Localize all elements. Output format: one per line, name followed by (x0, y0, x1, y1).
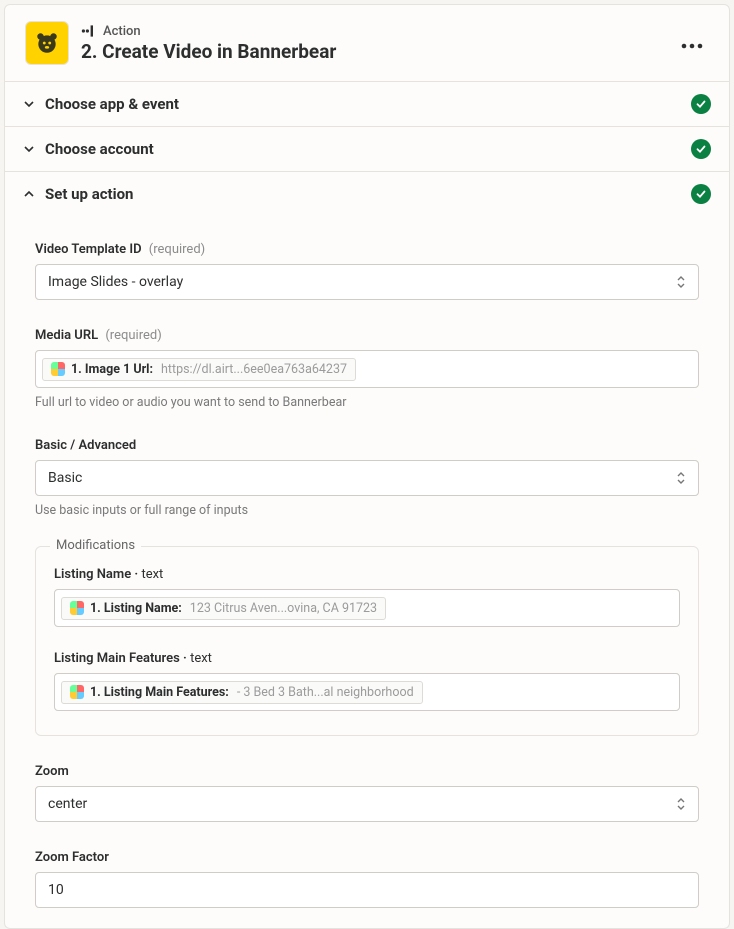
app-icon-bannerbear (25, 21, 69, 65)
field-label: Basic / Advanced (35, 438, 699, 453)
field-zoom: Zoom center (35, 764, 699, 822)
zoom-select[interactable]: center (35, 786, 699, 822)
three-dots-icon (681, 43, 703, 49)
section-app-event[interactable]: Choose app & event (5, 81, 729, 126)
status-complete-icon (691, 139, 711, 159)
listing-name-input[interactable]: 1. Listing Name: 123 Citrus Aven...ovina… (54, 589, 680, 627)
select-value: center (48, 796, 668, 812)
mapped-field-pill[interactable]: 1. Listing Main Features: - 3 Bed 3 Bath… (61, 681, 423, 704)
status-complete-icon (691, 184, 711, 204)
chevron-down-icon (23, 143, 35, 155)
section-setup-action[interactable]: Set up action (5, 171, 729, 216)
bear-icon (34, 30, 60, 56)
select-arrows-icon (676, 797, 686, 811)
field-main-features: Listing Main Features · text 1. Listing … (54, 651, 680, 711)
main-features-input[interactable]: 1. Listing Main Features: - 3 Bed 3 Bath… (54, 673, 680, 711)
airtable-icon (70, 685, 84, 699)
airtable-icon (70, 601, 84, 615)
field-zoom-factor: Zoom Factor (35, 850, 699, 908)
select-value: Basic (48, 470, 668, 486)
field-media-url: Media URL (required) 1. Image 1 Url: htt… (35, 328, 699, 410)
section-title: Choose app & event (45, 95, 681, 113)
basic-advanced-select[interactable]: Basic (35, 460, 699, 496)
select-arrows-icon (676, 471, 686, 485)
field-basic-advanced: Basic / Advanced Basic Use basic inputs … (35, 438, 699, 518)
action-card: Action 2. Create Video in Bannerbear Cho… (4, 4, 730, 929)
select-value: Image Slides - overlay (48, 274, 668, 290)
field-label: Zoom Factor (35, 850, 699, 865)
title-block: Action 2. Create Video in Bannerbear (81, 24, 675, 63)
section-choose-account[interactable]: Choose account (5, 126, 729, 171)
more-menu-button[interactable] (675, 28, 709, 59)
step-title: 2. Create Video in Bannerbear (81, 40, 675, 63)
mapped-field-pill[interactable]: 1. Image 1 Url: https://dl.airt...6ee0ea… (42, 358, 356, 381)
action-type-label: Action (103, 24, 141, 39)
status-complete-icon (691, 94, 711, 114)
field-video-template: Video Template ID (required) Image Slide… (35, 242, 699, 300)
section-title: Choose account (45, 140, 681, 158)
mods-legend: Modifications (50, 538, 141, 553)
field-listing-name: Listing Name · text 1. Listing Name: 123… (54, 567, 680, 627)
action-icon (81, 24, 97, 38)
chevron-down-icon (23, 98, 35, 110)
field-label: Video Template ID (required) (35, 242, 699, 257)
card-header: Action 2. Create Video in Bannerbear (5, 5, 729, 81)
media-url-input[interactable]: 1. Image 1 Url: https://dl.airt...6ee0ea… (35, 350, 699, 388)
field-help: Full url to video or audio you want to s… (35, 395, 699, 410)
airtable-icon (51, 362, 65, 376)
chevron-up-icon (23, 188, 35, 200)
field-label: Listing Name · text (54, 567, 680, 582)
section-title: Set up action (45, 185, 681, 203)
mapped-field-pill[interactable]: 1. Listing Name: 123 Citrus Aven...ovina… (61, 597, 386, 620)
field-label: Zoom (35, 764, 699, 779)
field-label: Media URL (required) (35, 328, 699, 343)
field-label: Listing Main Features · text (54, 651, 680, 666)
select-arrows-icon (676, 275, 686, 289)
setup-action-body: Video Template ID (required) Image Slide… (5, 216, 729, 928)
modifications-group: Modifications Listing Name · text 1. Lis… (35, 546, 699, 736)
field-help: Use basic inputs or full range of inputs (35, 503, 699, 518)
zoom-factor-input[interactable] (35, 872, 699, 908)
video-template-select[interactable]: Image Slides - overlay (35, 264, 699, 300)
